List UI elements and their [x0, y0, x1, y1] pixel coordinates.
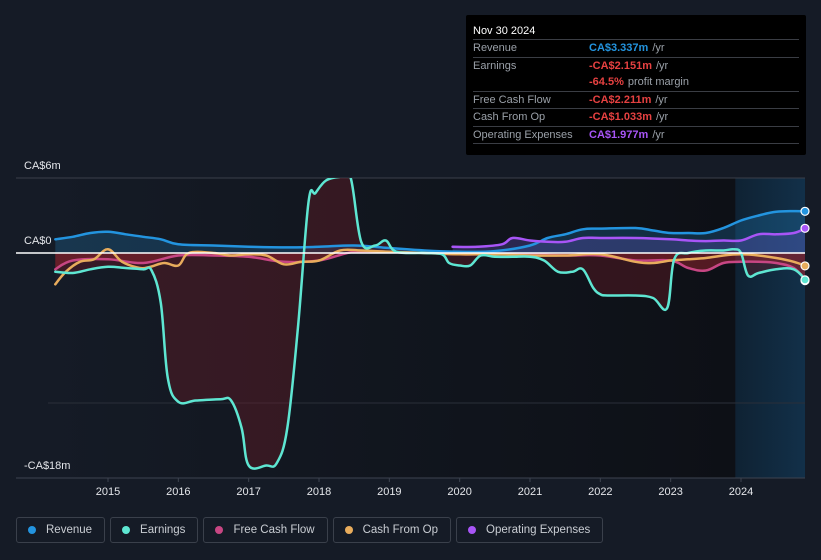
cash-from-op-dot-icon	[344, 526, 353, 534]
tooltip-row-cash-from-op: Cash From Op -CA$1.033m /yr	[473, 109, 799, 127]
y-tick-label: -CA$18m	[24, 460, 71, 472]
revenue-end-point[interactable]	[800, 206, 810, 216]
tooltip-row-free-cash-flow: Free Cash Flow -CA$2.211m /yr	[473, 92, 799, 109]
tooltip-label	[473, 74, 589, 91]
earnings-end-point[interactable]	[800, 275, 810, 285]
x-tick-label: 2020	[447, 486, 471, 498]
tooltip-value: CA$1.977m	[589, 128, 649, 141]
earnings-dot-icon	[122, 526, 131, 534]
tooltip-value: -CA$2.151m	[589, 59, 652, 72]
x-tick-label: 2023	[658, 486, 682, 498]
legend-label: Revenue	[46, 524, 93, 536]
operating-expenses-dot-icon	[468, 526, 477, 534]
legend-item-free-cash-flow[interactable]: Free Cash Flow	[203, 517, 328, 543]
tooltip-label: Revenue	[473, 42, 518, 54]
x-tick-label: 2021	[518, 486, 542, 498]
tooltip-unit: /yr	[655, 111, 669, 123]
legend-item-cash-from-op[interactable]: Cash From Op	[332, 517, 452, 543]
y-tick-label: CA$0	[24, 235, 52, 247]
legend-item-revenue[interactable]: Revenue	[16, 517, 106, 543]
legend-item-earnings[interactable]: Earnings	[110, 517, 199, 543]
tooltip-unit: /yr	[655, 93, 668, 106]
tooltip-value: -CA$2.211m	[589, 93, 652, 106]
x-tick-label: 2016	[166, 486, 190, 498]
x-tick-label: 2015	[96, 486, 120, 498]
tooltip-row-revenue: Revenue CA$3.337m /yr	[473, 40, 799, 58]
tooltip-date: Nov 30 2024	[473, 23, 799, 40]
tooltip-unit: /yr	[652, 128, 665, 141]
x-tick-label: 2019	[377, 486, 401, 498]
tooltip-value: -CA$1.033m	[589, 111, 652, 123]
y-tick-label: CA$6m	[24, 160, 61, 172]
free-cash-flow-dot-icon	[215, 526, 224, 534]
revenue-dot-icon	[28, 526, 36, 534]
tooltip-value: -64.5%	[589, 76, 624, 88]
tooltip-row-earnings: Earnings -CA$2.151m /yr	[473, 58, 799, 75]
legend-label: Free Cash Flow	[233, 524, 315, 536]
x-tick-label: 2018	[307, 486, 331, 498]
tooltip-unit: /yr	[652, 42, 665, 54]
x-tick-label: 2017	[236, 486, 260, 498]
legend-label: Operating Expenses	[486, 524, 591, 536]
operating-expenses-end-point[interactable]	[800, 223, 810, 233]
tooltip-row-operating-expenses: Operating Expenses CA$1.977m /yr	[473, 127, 799, 144]
tooltip-panel: Nov 30 2024 Revenue CA$3.337m /yr Earnin…	[466, 15, 806, 155]
legend-label: Earnings	[140, 524, 186, 536]
legend-label: Cash From Op	[362, 524, 439, 536]
plot-background	[48, 178, 736, 478]
tooltip-value: CA$3.337m	[589, 42, 649, 54]
tooltip-label: Operating Expenses	[473, 128, 573, 141]
legend-item-operating-expenses[interactable]: Operating Expenses	[456, 517, 604, 543]
tooltip-row-profit-margin: -64.5% profit margin	[473, 74, 799, 92]
tooltip-unit: profit margin	[627, 76, 689, 88]
x-tick-label: 2022	[588, 486, 612, 498]
tooltip-unit: /yr	[655, 59, 669, 72]
tooltip-label: Cash From Op	[473, 111, 546, 123]
legend: Revenue Earnings Free Cash Flow Cash Fro…	[16, 517, 608, 543]
tooltip-label: Free Cash Flow	[473, 93, 551, 106]
x-tick-label: 2024	[729, 486, 753, 498]
tooltip-label: Earnings	[473, 59, 517, 72]
cash-from-op-end-point[interactable]	[800, 261, 810, 271]
